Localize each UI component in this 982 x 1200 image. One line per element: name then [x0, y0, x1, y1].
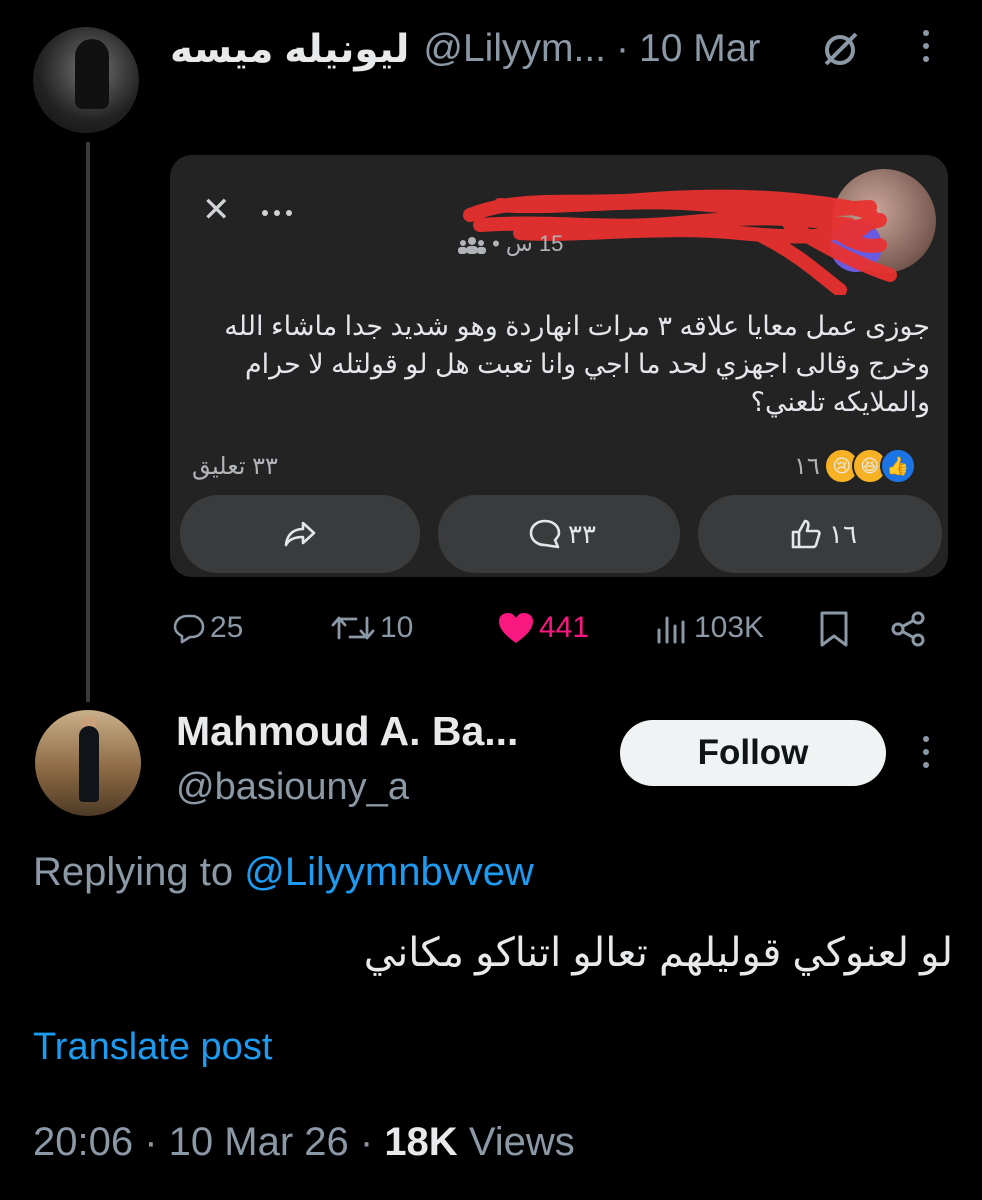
quoted-author-name[interactable]: ليونيله ميسه	[170, 27, 409, 72]
views-count: 103K	[694, 611, 765, 644]
reply-timestamp-line: 20:06 · 10 Mar 26 · 18K Views	[33, 1120, 575, 1165]
fb-post-text: جوزى عمل معايا علاقه ٣ مرات انهاردة وهو …	[224, 311, 930, 417]
reply-views-label: Views	[468, 1120, 575, 1164]
header-separator: ·	[616, 27, 629, 70]
quoted-more-options-icon[interactable]	[916, 30, 936, 70]
fb-comment-count: ٣٣	[568, 518, 596, 549]
like-stat[interactable]: 441	[497, 606, 589, 650]
quoted-author-avatar[interactable]	[33, 27, 139, 133]
share-icon[interactable]	[888, 610, 928, 648]
views-icon	[657, 616, 685, 644]
bookmark-icon[interactable]	[817, 610, 851, 648]
retweet-icon	[331, 616, 375, 640]
share-icon	[284, 521, 316, 547]
fb-reactions-count: ١٦	[794, 452, 820, 480]
replying-prefix: Replying to	[33, 850, 234, 894]
reply-text: لو لعنوكي قوليلهم تعالو اتناكو مكاني	[363, 931, 953, 975]
reply-timestamp[interactable]: 20:06 · 10 Mar 26 ·	[33, 1120, 373, 1164]
retweet-stat[interactable]: 10	[330, 606, 413, 650]
embedded-post-image[interactable]: ✕ 15 س • جوزى عمل معايا علاقه ٣ مرات انه…	[170, 155, 948, 577]
reply-author-handle[interactable]: @basiouny_a	[176, 766, 409, 809]
close-icon: ✕	[202, 191, 231, 229]
comment-icon	[529, 519, 561, 549]
reply-stat[interactable]: 25	[172, 606, 243, 650]
quoted-author-handle[interactable]: @Lilyym...	[423, 27, 606, 71]
thread-connector-line	[86, 142, 90, 702]
quoted-tweet-header: ليونيله ميسه @Lilyym... · 10 Mar	[170, 24, 760, 74]
fb-reactions: ١٦ 😢 😆 👍	[794, 448, 916, 484]
fb-post-meta: 15 س •	[458, 231, 563, 257]
conversation-muted-icon	[824, 32, 858, 66]
reply-icon	[173, 614, 205, 644]
like-count: 441	[539, 611, 590, 644]
quoted-tweet-date[interactable]: 10 Mar	[639, 27, 760, 71]
reply-author-name[interactable]: Mahmoud A. Ba...	[176, 708, 518, 755]
replying-to-link[interactable]: @Lilyymnbvvew	[244, 850, 534, 894]
like-reaction-icon: 👍	[879, 448, 916, 484]
views-stat[interactable]: 103K	[654, 606, 764, 650]
replying-to-line: Replying to @Lilyymnbvvew	[33, 850, 534, 895]
heart-icon	[499, 613, 533, 643]
fb-post-time: 15 س •	[486, 231, 564, 256]
more-options-icon	[262, 203, 298, 221]
fb-like-button: ١٦	[698, 495, 942, 573]
reply-more-options-icon[interactable]	[916, 736, 936, 776]
thumbs-up-icon	[791, 519, 821, 549]
reply-views-count: 18K	[384, 1120, 458, 1164]
fb-comment-button: ٣٣	[438, 495, 680, 573]
fb-comments-count: ٣٣ تعليق	[192, 453, 278, 480]
reply-author-avatar[interactable]	[35, 710, 141, 816]
group-icon	[458, 237, 486, 255]
fb-like-count: ١٦	[829, 518, 857, 549]
follow-button[interactable]: Follow	[620, 720, 886, 786]
translate-post-link[interactable]: Translate post	[33, 1026, 272, 1069]
retweet-count: 10	[380, 611, 414, 644]
fb-share-button	[180, 495, 420, 573]
reply-count: 25	[210, 611, 244, 644]
